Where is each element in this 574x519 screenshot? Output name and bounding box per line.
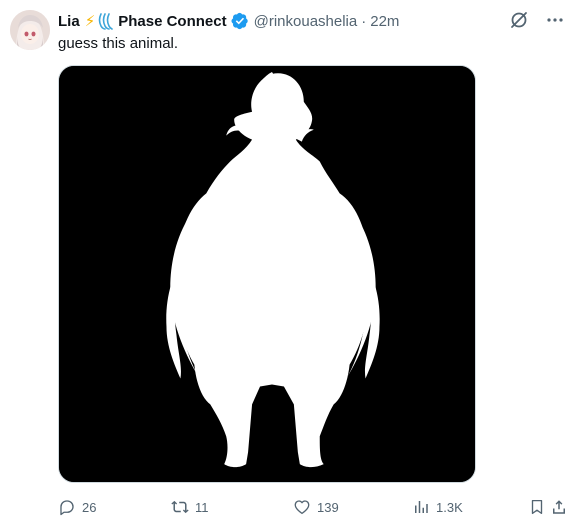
wave-icon	[98, 12, 114, 30]
analytics-icon	[415, 501, 428, 513]
tweet-actions: 26 11 139 1.3K	[58, 497, 568, 517]
more-icon[interactable]	[544, 9, 566, 31]
tweet-header: Lia ⚡ Phase Connect @rinkouashelia · 22m	[58, 11, 399, 31]
share-icon	[553, 500, 565, 514]
avatar-image	[10, 10, 50, 50]
author-name[interactable]: Lia	[58, 13, 80, 30]
author-handle[interactable]: @rinkouashelia	[254, 13, 358, 30]
lightning-emoji: ⚡	[84, 13, 96, 30]
bookmark-button[interactable]	[528, 497, 546, 517]
verified-badge-icon[interactable]	[231, 12, 249, 30]
tweet: Lia ⚡ Phase Connect @rinkouashelia · 22m	[0, 0, 574, 519]
views-count: 1.3K	[436, 499, 463, 515]
avatar[interactable]	[10, 10, 50, 50]
silhouette-image	[59, 66, 475, 482]
grok-icon[interactable]	[508, 9, 530, 31]
retweet-count: 11	[195, 499, 209, 515]
org-name[interactable]: Phase Connect	[118, 13, 226, 30]
reply-icon	[60, 500, 74, 516]
like-count: 139	[317, 499, 339, 515]
share-button[interactable]	[550, 497, 568, 517]
separator: ·	[361, 12, 367, 30]
top-right-actions	[508, 9, 566, 31]
retweet-icon	[171, 500, 189, 514]
reply-button[interactable]: 26	[58, 497, 96, 517]
tweet-text: guess this animal.	[58, 35, 179, 52]
bookmark-icon	[531, 499, 543, 515]
retweet-button[interactable]: 11	[171, 497, 209, 517]
like-button[interactable]: 139	[293, 497, 339, 517]
tweet-image[interactable]	[58, 65, 476, 483]
timestamp[interactable]: 22m	[370, 13, 399, 30]
heart-icon	[294, 500, 310, 515]
reply-count: 26	[82, 499, 97, 515]
views-button[interactable]: 1.3K	[412, 497, 463, 517]
